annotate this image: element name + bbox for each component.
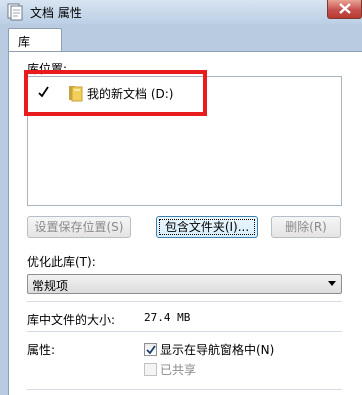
close-icon [339, 3, 351, 14]
window-title: 文档 属性 [30, 6, 82, 20]
chevron-down-icon [328, 281, 336, 286]
shared-label: 已共享 [160, 363, 197, 377]
remove-button[interactable]: 删除(R) [271, 216, 341, 238]
optimize-select[interactable]: 常规项 [27, 274, 342, 294]
divider [27, 331, 342, 332]
attributes-label: 属性: [27, 343, 56, 357]
library-size-label: 库中文件的大小: [27, 313, 116, 327]
checkmark-icon [146, 345, 156, 355]
tab-library-label: 库 [18, 35, 31, 49]
properties-window: 文档 属性 库 库位置: 我的新文档 (D:) 设置保存位置(S) 包含文件夹(… [0, 0, 362, 395]
annotation-highlight-box [24, 70, 207, 116]
divider [27, 301, 342, 302]
include-folder-button[interactable]: 包含文件夹(I)... [156, 216, 258, 238]
optimize-selected-value: 常规项 [32, 279, 69, 293]
tab-library[interactable]: 库 [8, 28, 62, 52]
document-icon [7, 3, 23, 21]
shared-checkbox[interactable] [144, 363, 157, 376]
divider [27, 389, 342, 390]
set-save-location-button[interactable]: 设置保存位置(S) [27, 216, 131, 238]
close-button[interactable] [327, 0, 362, 19]
library-size-value: 27.4 MB [144, 311, 191, 324]
set-save-location-label: 设置保存位置(S) [34, 220, 124, 234]
show-in-nav-label[interactable]: 显示在导航窗格中(N) [160, 341, 274, 358]
optimize-label: 优化此库(T): [27, 255, 96, 269]
focus-rect [159, 219, 255, 235]
title-bar[interactable]: 文档 属性 [0, 0, 362, 24]
show-in-nav-checkbox[interactable] [144, 343, 157, 356]
remove-label: 删除(R) [285, 220, 327, 234]
